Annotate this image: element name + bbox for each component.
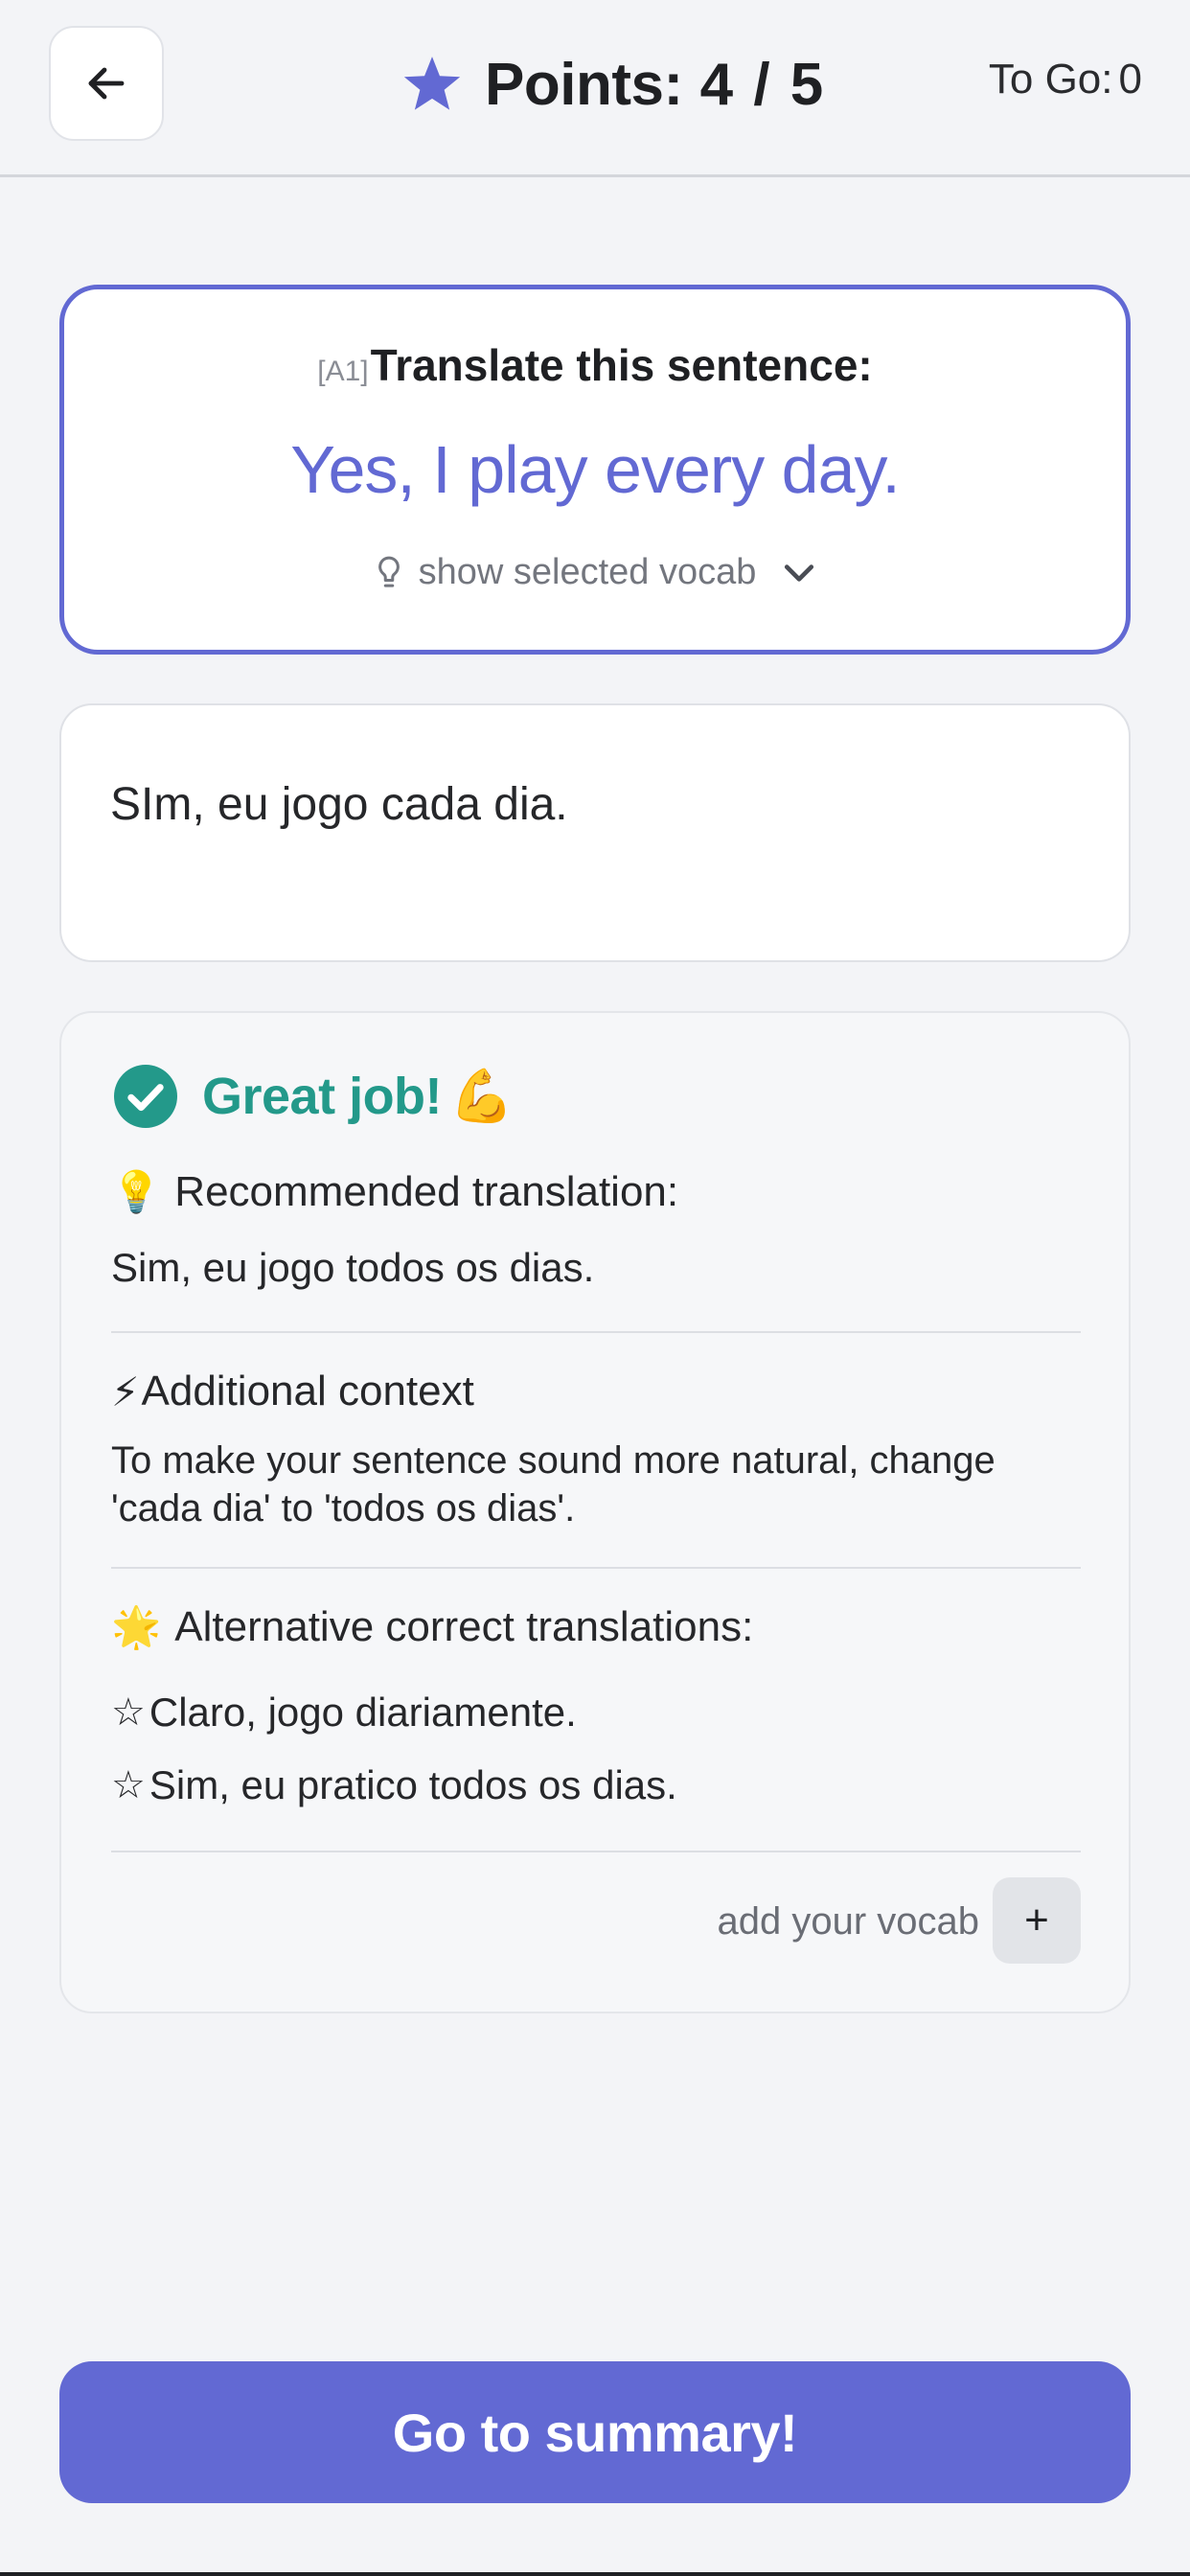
feedback-status: Great job! [202, 1068, 443, 1125]
divider [111, 1851, 1081, 1852]
back-button[interactable] [49, 26, 164, 141]
feedback-card: Great job! 💪 💡 Recommended translation: … [59, 1011, 1131, 2013]
context-title-row: ⚡ Additional context [111, 1368, 474, 1415]
star-icon [403, 57, 461, 110]
arrow-left-icon [88, 67, 125, 100]
lightning-icon: ⚡ [111, 1368, 140, 1414]
go-to-summary-button[interactable]: Go to summary! [59, 2361, 1131, 2503]
bottom-edge [0, 2572, 1190, 2576]
level-badge: [A1] [317, 356, 369, 387]
divider [111, 1567, 1081, 1569]
to-go-counter: To Go: 0 [989, 56, 1142, 104]
answer-input[interactable]: SIm, eu jogo cada dia. [59, 703, 1131, 962]
points-value: 4 / 5 [699, 51, 826, 118]
add-vocab-button[interactable]: + [993, 1877, 1081, 1964]
glowing-star-icon: 🌟 [111, 1603, 162, 1649]
show-vocab-toggle[interactable]: show selected vocab [64, 552, 1126, 593]
to-go-value: 0 [1118, 56, 1142, 103]
question-card: [A1]Translate this sentence: Yes, I play… [59, 285, 1131, 655]
alternative-text: Claro, jogo diariamente. [149, 1690, 577, 1735]
top-bar: Points: 4 / 5 To Go: 0 [0, 0, 1190, 177]
alternative-text: Sim, eu pratico todos os dias. [149, 1762, 677, 1807]
recommended-title: Recommended translation: [174, 1168, 679, 1215]
check-circle-icon [114, 1065, 177, 1128]
lightbulb-icon [378, 556, 400, 587]
question-prompt-line: [A1]Translate this sentence: [64, 339, 1126, 391]
star-outline-icon: ☆ [111, 1764, 146, 1806]
context-text: To make your sentence sound more natural… [111, 1439, 995, 1530]
show-vocab-label: show selected vocab [418, 552, 757, 592]
feedback-header: Great job! 💪 [114, 1065, 514, 1128]
alternative-translation: ☆ Sim, eu pratico todos os dias. [111, 1762, 677, 1808]
add-vocab-label: add your vocab [717, 1900, 979, 1943]
points-display: Points: 4 / 5 [400, 38, 825, 130]
context-title: Additional context [141, 1368, 474, 1414]
points-label: Points: [485, 51, 683, 118]
star-outline-icon: ☆ [111, 1691, 146, 1734]
recommended-translation: Sim, eu jogo todos os dias. [111, 1245, 595, 1290]
to-go-label: To Go: [988, 56, 1113, 103]
muscle-icon: 💪 [449, 1067, 515, 1125]
alternative-translation: ☆ Claro, jogo diariamente. [111, 1690, 577, 1736]
alternatives-title-row: 🌟 Alternative correct translations: [111, 1603, 753, 1651]
recommended-title-row: 💡 Recommended translation: [111, 1168, 678, 1216]
alternatives-title: Alternative correct translations: [174, 1603, 754, 1650]
question-prompt: Translate this sentence: [370, 340, 873, 390]
answer-text: SIm, eu jogo cada dia. [110, 779, 568, 830]
chevron-down-icon [785, 564, 814, 582]
lightbulb-emoji-icon: 💡 [111, 1168, 162, 1214]
divider [111, 1331, 1081, 1333]
source-sentence: Yes, I play every day. [290, 432, 901, 507]
